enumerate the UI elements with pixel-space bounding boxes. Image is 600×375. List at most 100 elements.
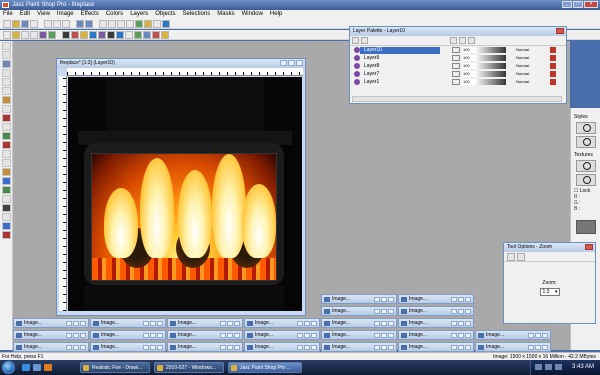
move-tool-icon[interactable] [1,78,11,86]
blend-icon[interactable] [468,37,475,44]
selection-tool-icon[interactable] [1,87,11,95]
layer-lock-icon[interactable] [550,71,556,77]
opacity-icon[interactable] [459,37,466,44]
minimized-image-tile[interactable]: Image... [475,330,551,340]
color-replacer-tool-icon[interactable] [1,141,11,149]
maximize-button[interactable]: □ [573,1,583,8]
maximize-icon[interactable] [150,345,156,350]
resize-icon[interactable] [30,30,38,39]
visibility-icon[interactable] [452,71,460,77]
layer-palette[interactable]: Layer Palette - Layer10 Layer10 100 Norm… [349,26,567,104]
restore-icon[interactable] [66,333,72,338]
restore-icon[interactable] [220,345,226,350]
minimized-image-tile[interactable]: Image... [321,342,397,352]
preset-shapes-tool-icon[interactable] [1,204,11,212]
overview-icon[interactable] [153,19,161,28]
zoom-tab-icon[interactable] [507,253,515,261]
copy-icon[interactable] [53,19,61,28]
restore-icon[interactable] [143,321,149,326]
taskbar-item[interactable]: Jasc Paint Shop Pro ... [228,362,302,373]
minimized-image-tile[interactable]: Image... [321,294,397,304]
network-icon[interactable] [535,364,542,370]
minimized-image-tile[interactable]: Image... [244,342,320,352]
flood-fill-tool-icon[interactable] [1,186,11,194]
save-icon[interactable] [21,19,29,28]
image-close-button[interactable] [296,60,303,66]
crop-icon[interactable] [21,30,29,39]
text-tool-icon[interactable] [1,195,11,203]
draw-tool-icon[interactable] [1,213,11,221]
menu-image[interactable]: Image [57,10,74,19]
print-icon[interactable] [30,19,38,28]
layer-lock-icon[interactable] [550,55,556,61]
visibility-icon[interactable] [452,47,460,53]
minimized-image-tile[interactable]: Image... [13,342,89,352]
close-button[interactable]: × [584,1,598,8]
maximize-icon[interactable] [458,321,464,326]
redo-icon[interactable] [85,19,93,28]
ruler-icon[interactable] [108,19,116,28]
zoom-select[interactable]: 1:3 [539,288,560,296]
arrow-tool-icon[interactable] [1,42,11,50]
tool-options-palette[interactable]: Tool Options - Zoom Zoom: 1:3 [503,242,596,324]
menu-selections[interactable]: Selections [183,10,211,19]
color-swatch-icon[interactable] [1,231,11,239]
minimized-image-tile[interactable]: Image... [167,342,243,352]
restore-icon[interactable] [451,309,457,314]
histogram-icon[interactable] [144,19,152,28]
crop-tool-icon[interactable] [1,69,11,77]
layer-palette-close-button[interactable] [556,28,564,34]
maximize-icon[interactable] [458,297,464,302]
retouch-tool-icon[interactable] [1,150,11,158]
maximize-icon[interactable] [227,321,233,326]
menu-window[interactable]: Window [242,10,263,19]
minimized-image-tile[interactable]: Image... [13,318,89,328]
security-icon[interactable] [555,364,562,370]
maximize-icon[interactable] [73,321,79,326]
layer-row[interactable]: Layer8 100 Normal [350,62,566,70]
minimize-button[interactable]: _ [562,1,572,8]
brush-icon[interactable] [71,30,79,39]
restore-icon[interactable] [374,345,380,350]
minimized-image-tile[interactable]: Image... [90,342,166,352]
background-texture-swatch[interactable] [575,174,596,186]
close-icon[interactable] [465,321,471,326]
clock[interactable]: 3:43 AM [572,360,594,375]
menu-file[interactable]: File [3,10,13,19]
maximize-icon[interactable] [227,333,233,338]
minimized-image-tile[interactable]: Image... [398,318,474,328]
menu-layers[interactable]: Layers [130,10,148,19]
paste-icon[interactable] [62,19,70,28]
restore-icon[interactable] [374,297,380,302]
background-style-swatch[interactable] [575,136,596,148]
image-maximize-button[interactable] [288,60,295,66]
minimized-image-tile[interactable]: Image... [13,330,89,340]
maximize-icon[interactable] [304,345,310,350]
zoom-out-icon[interactable] [126,19,134,28]
layer-row[interactable]: Layer7 100 Normal [350,70,566,78]
minimized-image-tile[interactable]: Image... [244,318,320,328]
zoom-tool-icon[interactable] [1,51,11,59]
blue-icon[interactable] [116,30,124,39]
maximize-icon[interactable] [150,321,156,326]
menu-colors[interactable]: Colors [106,10,123,19]
undo-icon[interactable] [76,19,84,28]
maximize-icon[interactable] [458,333,464,338]
visibility-icon[interactable] [452,55,460,61]
maximize-icon[interactable] [535,333,541,338]
help-icon[interactable] [162,19,170,28]
restore-icon[interactable] [451,321,457,326]
restore-icon[interactable] [374,309,380,314]
minimized-image-tile[interactable]: Image... [321,330,397,340]
minimized-image-tile[interactable]: Image... [90,318,166,328]
restore-icon[interactable] [374,333,380,338]
maximize-icon[interactable] [381,297,387,302]
maximize-icon[interactable] [381,345,387,350]
visibility-toggle-icon[interactable] [450,37,457,44]
restore-icon[interactable] [220,321,226,326]
texture-icon[interactable] [80,30,88,39]
close-icon[interactable] [311,333,317,338]
close-icon[interactable] [157,321,163,326]
close-icon[interactable] [234,321,240,326]
layer-blend-mode[interactable]: Normal [516,47,546,53]
